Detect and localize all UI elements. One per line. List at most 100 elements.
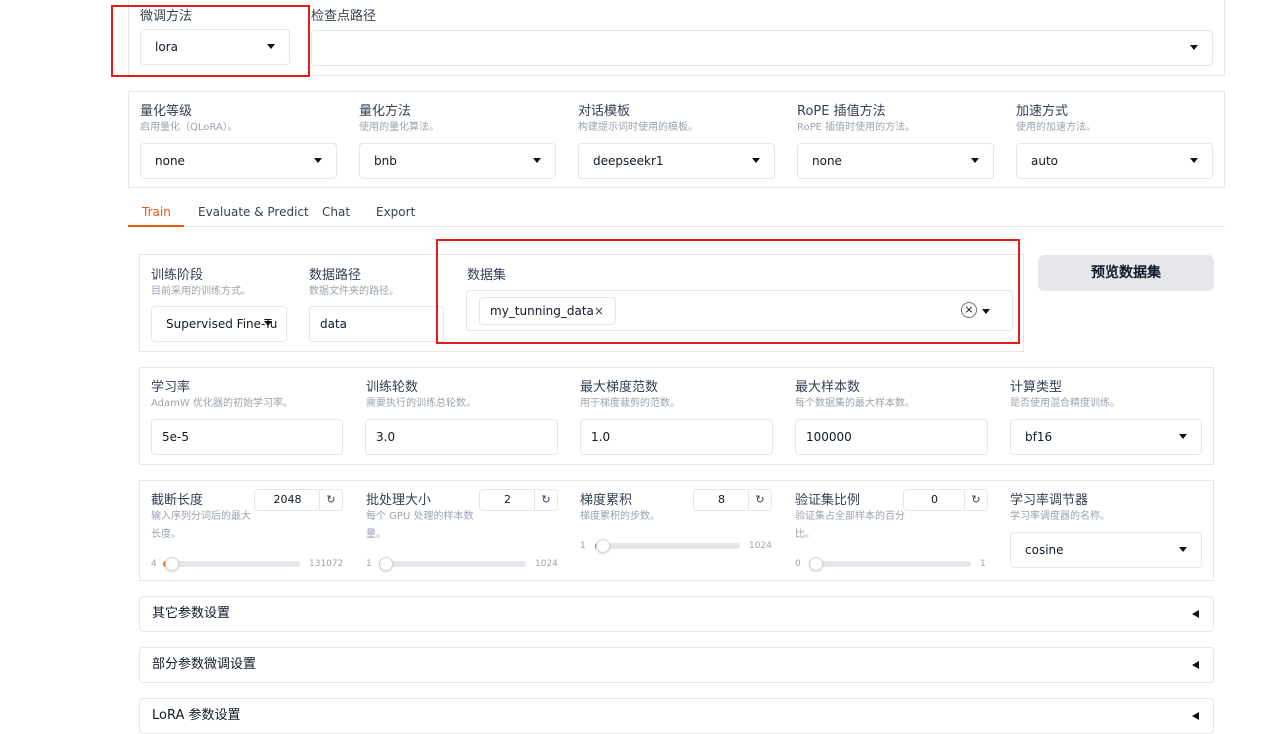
chevron-down-icon [1179,434,1187,439]
template-value: deepseekr1 [593,154,664,168]
learning-rate-value: 5e-5 [162,430,189,444]
val-size-max: 1 [980,559,986,569]
max-grad-norm-input[interactable]: 1.0 [580,419,773,455]
val-size-number[interactable]: 0 ↻ [903,489,988,511]
grad-accum-label: 梯度累积 [580,493,633,508]
data-path-label: 数据路径 [309,268,362,283]
rope-select[interactable]: none [797,143,994,179]
max-samples-input[interactable]: 100000 [795,419,988,455]
tab-chat[interactable]: Chat [322,205,350,219]
dataset-tag: my_tunning_data × [479,297,616,325]
reset-icon[interactable]: ↻ [534,490,557,510]
val-size-label: 验证集比例 [795,493,861,508]
chevron-down-icon [1190,158,1198,163]
epochs-label: 训练轮数 [366,380,419,395]
max-grad-norm-value: 1.0 [591,430,611,444]
tab-train[interactable]: Train [142,205,171,219]
finetune-method-label: 微调方法 [140,9,193,24]
lr-scheduler-select[interactable]: cosine [1010,532,1202,568]
booster-label: 加速方式 [1016,104,1069,119]
learning-rate-label: 学习率 [151,380,191,395]
compute-type-value: bf16 [1025,430,1053,444]
chevron-down-icon [752,158,760,163]
cutoff-len-desc: 输入序列分词后的最大长度。 [151,511,251,540]
cutoff-len-number[interactable]: 2048 ↻ [254,489,343,511]
cutoff-len-min: 4 [151,559,157,569]
batch-size-min: 1 [366,559,372,569]
chevron-down-icon [1179,547,1187,552]
grad-accum-value: 8 [718,493,725,506]
chevron-down-icon [982,309,990,314]
learning-rate-input[interactable]: 5e-5 [151,419,343,455]
train-stage-select[interactable]: Supervised Fine-Tun [151,306,287,342]
lr-scheduler-desc: 学习率调度器的名称。 [1010,511,1110,522]
train-stage-label: 训练阶段 [151,268,204,283]
epochs-input[interactable]: 3.0 [365,419,558,455]
rope-desc: RoPE 插值时使用的方法。 [797,122,916,133]
quant-level-select[interactable]: none [140,143,337,179]
dataset-label: 数据集 [467,268,507,283]
tab-bar-divider [128,226,1225,227]
max-grad-norm-desc: 用于梯度裁剪的范数。 [580,398,680,409]
preview-dataset-button[interactable]: 预览数据集 [1038,255,1214,291]
compute-type-desc: 是否使用混合精度训练。 [1010,398,1120,409]
template-label: 对话模板 [578,104,631,119]
val-size-value: 0 [931,493,938,506]
compute-type-select[interactable]: bf16 [1010,419,1202,455]
train-stage-value: Supervised Fine-Tun [166,317,278,331]
template-desc: 构建提示词时使用的模板。 [578,122,698,133]
batch-size-label: 批处理大小 [366,493,432,508]
reset-icon[interactable]: ↻ [748,490,771,510]
dataset-multiselect[interactable]: my_tunning_data × × [466,290,1013,331]
caret-left-icon [1192,712,1199,720]
train-stage-desc: 目前采用的训练方式。 [151,286,251,297]
chevron-down-icon [267,44,275,49]
checkpoint-path-select[interactable] [311,30,1213,66]
max-samples-desc: 每个数据集的最大样本数。 [795,398,915,409]
template-select[interactable]: deepseekr1 [578,143,775,179]
cutoff-len-max: 131072 [309,559,344,569]
caret-left-icon [1192,661,1199,669]
checkpoint-path-label: 检查点路径 [311,9,377,24]
finetune-method-select[interactable]: lora [140,29,290,65]
dataset-tag-text: my_tunning_data [490,304,594,318]
quant-method-select[interactable]: bnb [359,143,556,179]
chevron-down-icon [1190,45,1198,50]
caret-left-icon [1192,610,1199,618]
chevron-down-icon [533,158,541,163]
accordion-other-settings[interactable]: 其它参数设置 [139,596,1214,632]
chevron-down-icon [264,321,272,326]
grad-accum-slider-thumb[interactable] [595,539,610,553]
grad-accum-number[interactable]: 8 ↻ [693,489,772,511]
quant-level-label: 量化等级 [140,104,193,119]
preview-dataset-label: 预览数据集 [1091,265,1161,281]
data-path-input[interactable]: data [309,306,444,342]
chevron-down-icon [971,158,979,163]
reset-icon[interactable]: ↻ [964,490,987,510]
accordion-lora-settings[interactable]: LoRA 参数设置 [139,698,1214,734]
accordion-freeze-settings[interactable]: 部分参数微调设置 [139,647,1214,683]
cutoff-len-slider-thumb[interactable] [164,557,179,571]
clear-selection-icon[interactable]: × [961,302,977,318]
tab-evaluate-predict[interactable]: Evaluate & Predict [198,205,309,219]
booster-desc: 使用的加速方法。 [1016,122,1096,133]
cutoff-len-track [163,561,300,567]
booster-select[interactable]: auto [1016,143,1213,179]
quant-method-desc: 使用的量化算法。 [359,122,439,133]
grad-accum-track [595,543,740,549]
accordion-title: 其它参数设置 [152,606,231,621]
batch-size-number[interactable]: 2 ↻ [479,489,558,511]
val-size-slider-thumb[interactable] [809,557,823,571]
compute-type-label: 计算类型 [1010,380,1063,395]
max-samples-value: 100000 [806,430,852,444]
epochs-desc: 需要执行的训练总轮数。 [366,398,476,409]
quant-level-desc: 启用量化（QLoRA）。 [140,122,238,133]
data-path-desc: 数据文件夹的路径。 [309,286,399,297]
tab-export[interactable]: Export [376,205,415,219]
lr-scheduler-value: cosine [1025,543,1064,557]
booster-value: auto [1031,154,1059,168]
batch-size-desc: 每个 GPU 处理的样本数量。 [366,511,474,540]
reset-icon[interactable]: ↻ [319,490,342,510]
tag-remove-icon[interactable]: × [594,298,604,324]
quant-method-label: 量化方法 [359,104,412,119]
